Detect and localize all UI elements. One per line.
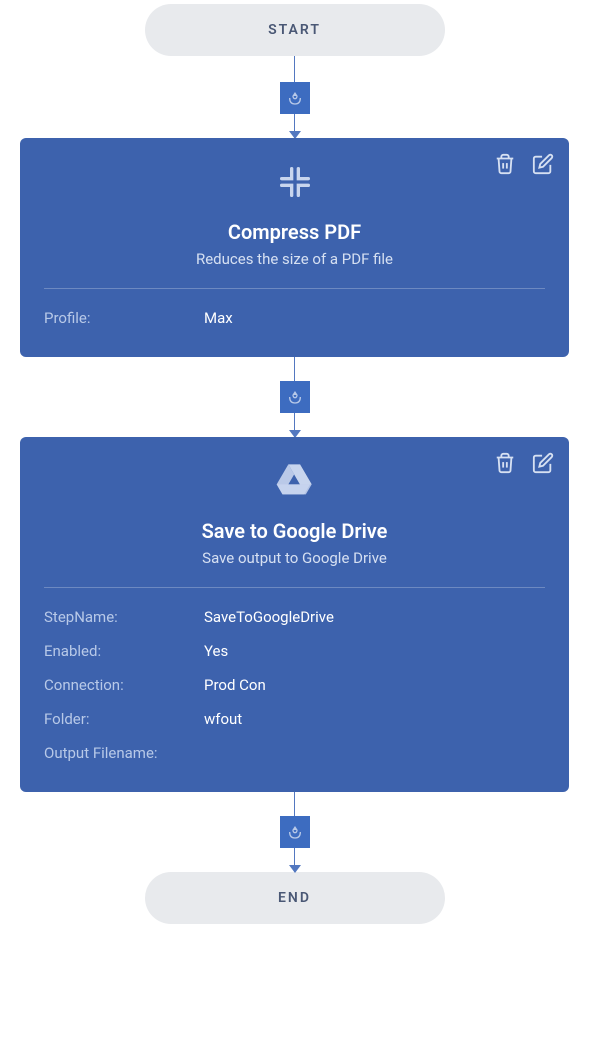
prop-label: Connection: (44, 676, 204, 694)
prop-value: Max (204, 309, 545, 327)
prop-label: Profile: (44, 309, 204, 327)
connector (280, 792, 310, 872)
step-properties: Profile: Max (44, 309, 545, 327)
start-label: START (268, 22, 321, 38)
step-subtitle: Reduces the size of a PDF file (44, 250, 545, 268)
prop-value: wfout (204, 710, 545, 728)
prop-label: StepName: (44, 608, 204, 626)
compress-icon (44, 162, 545, 202)
step-properties: StepName: SaveToGoogleDrive Enabled: Yes… (44, 608, 545, 762)
step-compress-pdf: Compress PDF Reduces the size of a PDF f… (20, 138, 569, 357)
prop-value: Yes (204, 642, 545, 660)
step-title: Save to Google Drive (44, 519, 545, 543)
prop-label: Enabled: (44, 642, 204, 660)
edit-button[interactable] (531, 451, 555, 475)
google-drive-icon (44, 461, 545, 501)
end-label: END (278, 890, 311, 906)
pdf-icon (280, 381, 310, 413)
prop-label: Output Filename: (44, 744, 204, 762)
delete-button[interactable] (493, 152, 517, 176)
step-subtitle: Save output to Google Drive (44, 549, 545, 567)
start-node: START (145, 4, 445, 56)
step-save-google-drive: Save to Google Drive Save output to Goog… (20, 437, 569, 792)
connector (280, 56, 310, 138)
edit-button[interactable] (531, 152, 555, 176)
connector (280, 357, 310, 437)
pdf-icon (280, 82, 310, 114)
step-title: Compress PDF (44, 220, 545, 244)
delete-button[interactable] (493, 451, 517, 475)
workflow-diagram: START (20, 4, 569, 924)
prop-value: SaveToGoogleDrive (204, 608, 545, 626)
prop-label: Folder: (44, 710, 204, 728)
prop-value: Prod Con (204, 676, 545, 694)
end-node: END (145, 872, 445, 924)
prop-value (204, 744, 545, 762)
pdf-icon (280, 816, 310, 848)
